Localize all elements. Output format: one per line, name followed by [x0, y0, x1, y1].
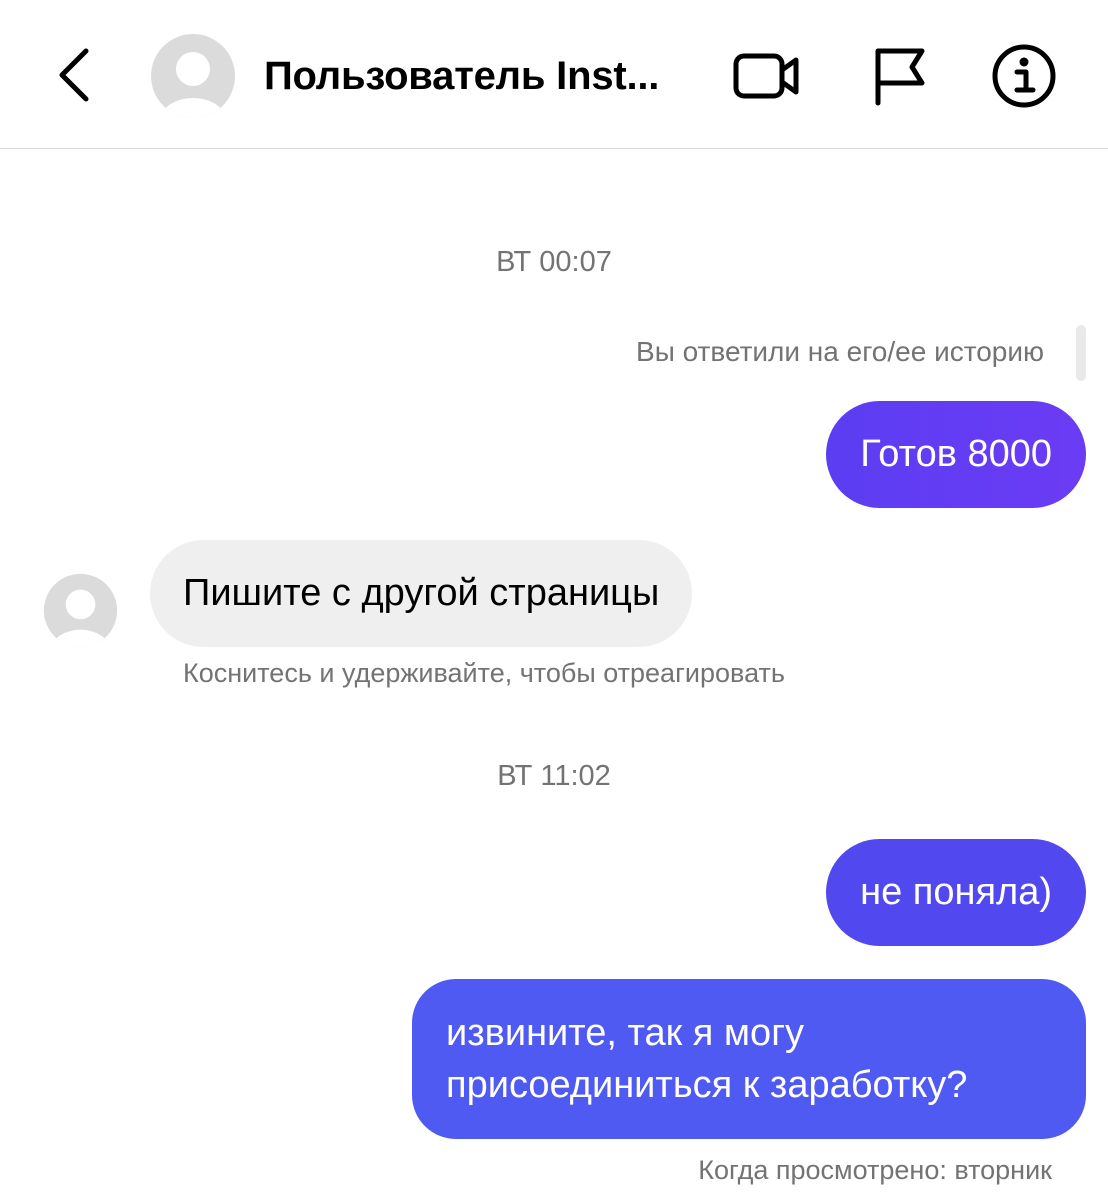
- sender-avatar[interactable]: [43, 573, 118, 648]
- chat-header: Пользователь Inst...: [0, 0, 1108, 149]
- avatar-placeholder-icon: [151, 34, 235, 118]
- message-timestamp: ВТ 00:07: [496, 246, 612, 278]
- incoming-message[interactable]: Пишите с другой страницы: [150, 540, 693, 647]
- seen-status: Когда просмотрено: вторник: [698, 1155, 1052, 1185]
- message-timestamp: ВТ 11:02: [497, 760, 611, 792]
- story-preview-indicator: [1076, 325, 1086, 381]
- back-button[interactable]: [44, 38, 104, 112]
- report-button[interactable]: [862, 40, 934, 112]
- react-hint: Коснитесь и удерживайте, чтобы отреагиро…: [183, 658, 785, 688]
- story-reply-note[interactable]: Вы ответили на его/ее историю: [636, 336, 1044, 368]
- header-avatar[interactable]: [150, 33, 236, 119]
- chat-title[interactable]: Пользователь Inst...: [264, 50, 704, 102]
- avatar-placeholder-icon: [43, 573, 118, 648]
- message-line: присоединиться к заработку?: [446, 1064, 968, 1106]
- info-icon: [992, 44, 1056, 108]
- video-call-button[interactable]: [730, 40, 802, 112]
- back-arrow-icon: [59, 48, 89, 102]
- outgoing-message[interactable]: извините, так я могу присоединиться к за…: [412, 979, 1086, 1139]
- message-line: извините, так я могу: [446, 1012, 805, 1054]
- video-camera-icon: [733, 53, 799, 99]
- chat-screen: Пользователь Inst... ВТ 00:07 Вы ответил…: [0, 0, 1108, 1200]
- outgoing-message[interactable]: не поняла): [826, 839, 1086, 946]
- flag-icon: [875, 48, 925, 106]
- outgoing-message[interactable]: Готов 8000: [826, 401, 1086, 508]
- info-button[interactable]: [988, 40, 1060, 112]
